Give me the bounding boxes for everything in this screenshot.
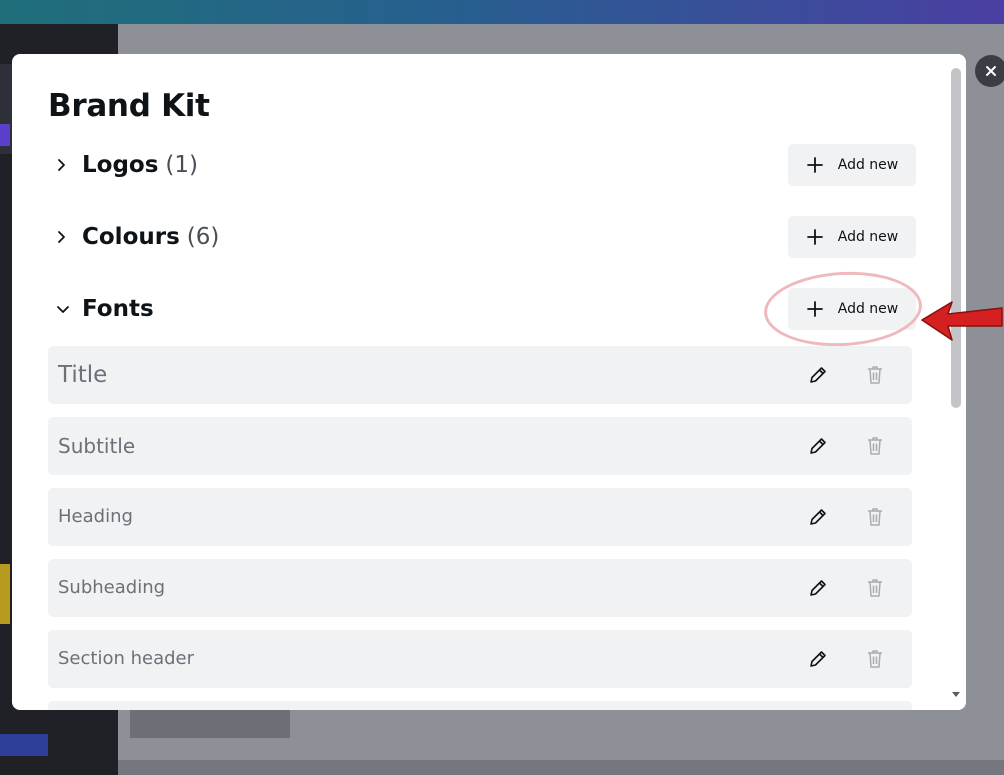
section-logos-label: Logos — [82, 152, 159, 178]
pencil-icon[interactable] — [806, 647, 830, 671]
trash-icon[interactable] — [863, 505, 887, 529]
colours-add-new-button[interactable]: Add new — [788, 216, 916, 258]
plus-icon — [806, 228, 824, 246]
scrollbar-thumb[interactable] — [951, 68, 961, 408]
chevron-right-icon[interactable] — [48, 144, 82, 186]
plus-icon — [806, 156, 824, 174]
background-accent — [0, 124, 10, 146]
section-colours-label: Colours — [82, 224, 180, 250]
chevron-down-icon[interactable] — [48, 288, 82, 330]
font-row-label: Heading — [58, 506, 133, 527]
red-arrow-annotation — [921, 301, 1003, 341]
font-row-section-header[interactable]: Section header — [48, 630, 912, 688]
font-row-label: Section header — [58, 648, 195, 669]
font-row-title[interactable]: Title — [48, 346, 912, 404]
scroll-down-arrow-icon[interactable] — [951, 690, 961, 700]
font-row-partial — [48, 701, 912, 710]
background-thumbnails — [130, 710, 290, 738]
font-row-label: Subheading — [58, 577, 166, 598]
trash-icon[interactable] — [863, 647, 887, 671]
section-logos-count: (1) — [165, 152, 199, 178]
background-top-bar — [0, 0, 1004, 24]
add-new-label: Add new — [837, 157, 899, 173]
brand-kit-modal: Brand Kit Logos (1) Add new Colours (6) … — [12, 54, 966, 710]
trash-icon[interactable] — [863, 363, 887, 387]
background-bottom-bar — [118, 760, 1004, 775]
background-accent-blue — [0, 734, 48, 756]
logos-add-new-button[interactable]: Add new — [788, 144, 916, 186]
add-new-label: Add new — [837, 229, 899, 245]
highlight-circle-annotation — [762, 267, 924, 351]
chevron-right-icon[interactable] — [48, 216, 82, 258]
pencil-icon[interactable] — [806, 576, 830, 600]
font-row-heading[interactable]: Heading — [48, 488, 912, 546]
trash-icon[interactable] — [863, 434, 887, 458]
modal-title: Brand Kit — [48, 88, 210, 124]
pencil-icon[interactable] — [806, 505, 830, 529]
font-row-label: Subtitle — [58, 434, 136, 458]
section-logos[interactable]: Logos (1) Add new — [48, 144, 916, 186]
close-modal-button[interactable] — [975, 55, 1004, 87]
font-row-subtitle[interactable]: Subtitle — [48, 417, 912, 475]
font-row-subheading[interactable]: Subheading — [48, 559, 912, 617]
background-accent-yellow — [0, 564, 10, 624]
section-colours-count: (6) — [186, 224, 220, 250]
pencil-icon[interactable] — [806, 363, 830, 387]
modal-scrollbar[interactable] — [950, 64, 962, 700]
font-row-label: Title — [58, 362, 108, 388]
pencil-icon[interactable] — [806, 434, 830, 458]
trash-icon[interactable] — [863, 576, 887, 600]
section-fonts-label: Fonts — [82, 296, 154, 322]
close-icon — [985, 65, 997, 77]
section-colours[interactable]: Colours (6) Add new — [48, 216, 916, 258]
